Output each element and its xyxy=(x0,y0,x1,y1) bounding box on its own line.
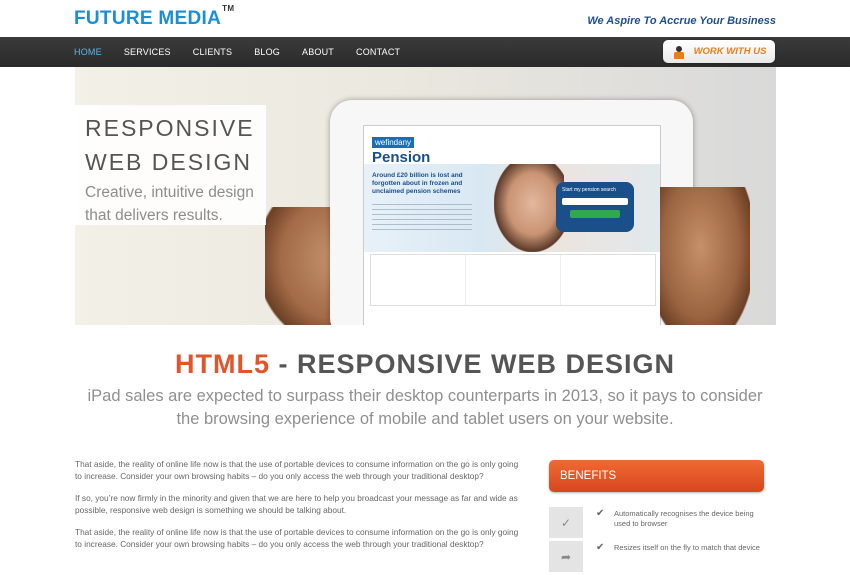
person-icon xyxy=(672,44,690,60)
body-paragraph: If so, you’re now firmly in the minority… xyxy=(75,493,518,515)
nav-about[interactable]: ABOUT xyxy=(302,47,334,57)
nav-links: HOME SERVICES CLIENTS BLOG ABOUT CONTACT xyxy=(74,37,422,67)
benefit-text: Automatically recognises the device bein… xyxy=(614,509,754,528)
screen-column xyxy=(466,255,561,305)
section-headline: HTML5 - RESPONSIVE WEB DESIGN xyxy=(0,349,850,380)
screen-portrait-image xyxy=(494,164,564,252)
site-header: FUTURE MEDIATM We Aspire To Accrue Your … xyxy=(0,0,850,37)
screen-hero-band: Around £20 billion is lost and forgotten… xyxy=(364,164,660,252)
logo-text: FUTURE MEDIA xyxy=(74,8,222,29)
hero-caption: RESPONSIVE WEB DESIGN Creative, intuitiv… xyxy=(75,105,266,225)
site-logo[interactable]: FUTURE MEDIATM xyxy=(74,4,234,30)
screen-form-input xyxy=(562,198,628,205)
ipad-screen: wefindany Pension Around £20 billion is … xyxy=(363,125,661,325)
body-text: That aside, the reality of online life n… xyxy=(75,459,520,561)
benefit-text: Resizes itself on the fly to match that … xyxy=(614,543,760,552)
nav-home[interactable]: HOME xyxy=(74,47,102,57)
section-lead: iPad sales are expected to surpass their… xyxy=(0,385,850,431)
nav-clients[interactable]: CLIENTS xyxy=(193,47,232,57)
lead-line1: iPad sales are expected to surpass their… xyxy=(87,387,763,405)
screen-brand-small: wefindany xyxy=(372,137,415,148)
check-icon: ✓ xyxy=(549,507,583,538)
checkmark-icon: ✔ xyxy=(596,542,605,553)
share-arrow-icon: ➦ xyxy=(549,541,583,572)
headline-rest: - RESPONSIVE WEB DESIGN xyxy=(269,349,676,379)
hero-subtitle-line2: that delivers results. xyxy=(85,207,223,224)
screen-search-form: Start my pension search xyxy=(556,182,634,232)
hero-title-line2: WEB DESIGN xyxy=(85,149,252,175)
screen-column xyxy=(371,255,466,305)
benefits-list: ✓ ✔ Automatically recognises the device … xyxy=(549,507,774,575)
screen-form-title: Start my pension search xyxy=(562,187,616,193)
lead-line2: the browsing experience of mobile and ta… xyxy=(176,410,674,428)
screen-body-copy xyxy=(372,204,472,234)
checkmark-icon: ✔ xyxy=(596,508,605,519)
hero-title: RESPONSIVE WEB DESIGN xyxy=(85,111,256,179)
work-with-us-label: WORK WITH US xyxy=(693,46,767,57)
ipad-image: wefindany Pension Around £20 billion is … xyxy=(330,100,693,325)
screen-feature-columns xyxy=(370,254,656,306)
site-tagline: We Aspire To Accrue Your Business xyxy=(587,15,776,27)
body-paragraph: That aside, the reality of online life n… xyxy=(75,527,519,549)
screen-form-button xyxy=(570,210,620,218)
benefits-header: BENEFITS xyxy=(549,460,764,492)
hero-subtitle: Creative, intuitive design that delivers… xyxy=(85,181,256,227)
hero-title-line1: RESPONSIVE xyxy=(85,115,255,141)
screen-column xyxy=(561,255,655,305)
screen-headline: Around £20 billion is lost and forgotten… xyxy=(372,172,463,195)
nav-contact[interactable]: CONTACT xyxy=(356,47,400,57)
body-paragraph: That aside, the reality of online life n… xyxy=(75,459,519,481)
hero-banner: wefindany Pension Around £20 billion is … xyxy=(75,67,776,325)
screen-brand-logo: wefindany Pension xyxy=(372,132,442,166)
nav-blog[interactable]: BLOG xyxy=(254,47,280,57)
trademark-mark: TM xyxy=(222,3,235,13)
work-with-us-button[interactable]: WORK WITH US xyxy=(663,40,775,63)
benefit-item: ✓ ✔ Automatically recognises the device … xyxy=(549,507,774,541)
nav-services[interactable]: SERVICES xyxy=(124,47,171,57)
benefit-item: ➦ ✔ Resizes itself on the fly to match t… xyxy=(549,541,774,575)
right-hand-image xyxy=(660,187,750,325)
headline-accent: HTML5 xyxy=(174,349,270,379)
hero-subtitle-line1: Creative, intuitive design xyxy=(85,184,254,201)
